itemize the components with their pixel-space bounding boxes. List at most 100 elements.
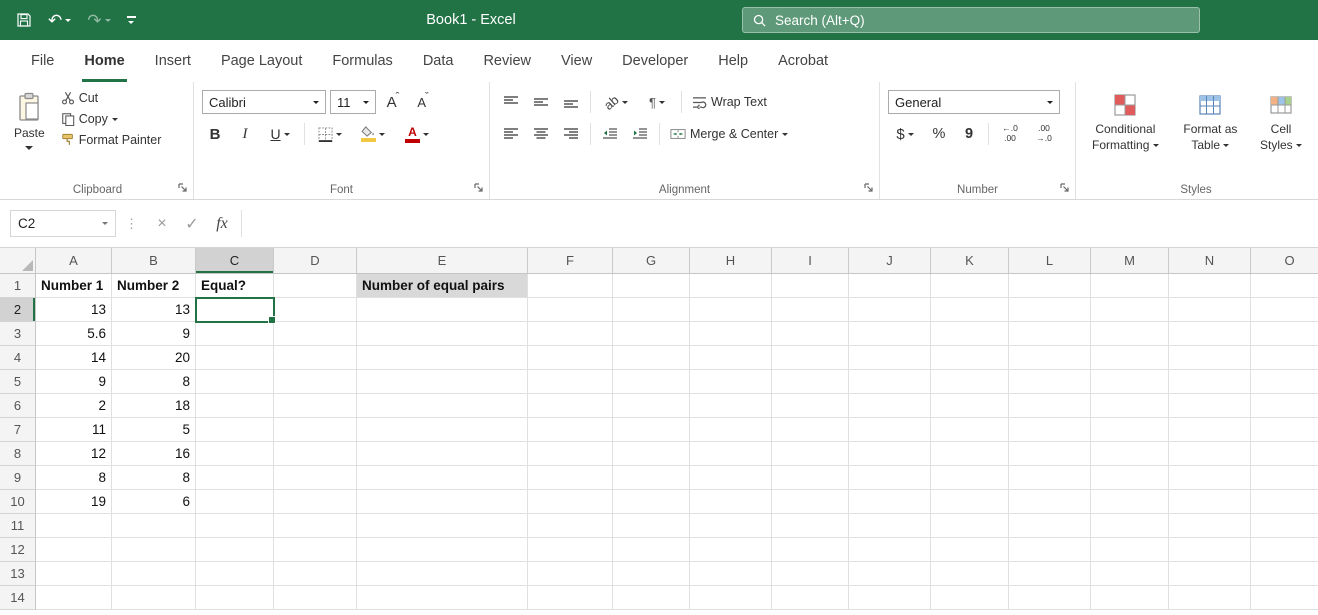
cell-E10[interactable] [357,490,528,514]
tab-insert[interactable]: Insert [140,40,206,82]
cell-H12[interactable] [690,538,772,562]
cell-E4[interactable] [357,346,528,370]
clipboard-dialog-launcher-icon[interactable] [177,182,189,194]
cancel-button[interactable]: × [147,215,177,233]
cell-O8[interactable] [1251,442,1318,466]
cell-D8[interactable] [274,442,357,466]
cell-M10[interactable] [1091,490,1169,514]
cell-D13[interactable] [274,562,357,586]
format-painter-button[interactable]: Format Painter [57,131,166,149]
cell-I4[interactable] [772,346,849,370]
cell-C10[interactable] [196,490,274,514]
tab-home[interactable]: Home [69,40,139,82]
cell-O1[interactable] [1251,274,1318,298]
tab-acrobat[interactable]: Acrobat [763,40,843,82]
cell-O5[interactable] [1251,370,1318,394]
cell-G13[interactable] [613,562,690,586]
cell-H1[interactable] [690,274,772,298]
borders-dropdown-icon[interactable] [336,132,342,136]
increase-font-size-button[interactable]: Aˆ [380,90,406,114]
cell-B11[interactable] [112,514,196,538]
cell-D11[interactable] [274,514,357,538]
row-header-9[interactable]: 9 [0,466,36,490]
cell-I13[interactable] [772,562,849,586]
row-header-12[interactable]: 12 [0,538,36,562]
cell-N14[interactable] [1169,586,1251,610]
cell-K3[interactable] [931,322,1009,346]
cell-G7[interactable] [613,418,690,442]
number-format-combobox[interactable]: General [888,90,1060,114]
number-dialog-launcher-icon[interactable] [1059,182,1071,194]
cell-C12[interactable] [196,538,274,562]
column-header-F[interactable]: F [528,248,613,274]
cell-A9[interactable]: 8 [36,466,112,490]
row-header-14[interactable]: 14 [0,586,36,610]
cell-I11[interactable] [772,514,849,538]
row-header-11[interactable]: 11 [0,514,36,538]
undo-button[interactable]: ↶ [48,12,72,29]
cell-B1[interactable]: Number 2 [112,274,196,298]
redo-button[interactable]: ↷ [87,12,111,29]
align-right-button[interactable] [558,122,584,146]
cell-B7[interactable]: 5 [112,418,196,442]
percent-style-button[interactable]: % [926,122,952,146]
cell-J2[interactable] [849,298,931,322]
select-all-corner[interactable] [0,248,36,274]
cell-L5[interactable] [1009,370,1091,394]
cell-F8[interactable] [528,442,613,466]
cell-K10[interactable] [931,490,1009,514]
column-header-O[interactable]: O [1251,248,1318,274]
cell-N6[interactable] [1169,394,1251,418]
cell-M2[interactable] [1091,298,1169,322]
fill-color-dropdown-icon[interactable] [379,132,385,136]
column-header-N[interactable]: N [1169,248,1251,274]
paste-dropdown-icon[interactable] [25,145,34,150]
cell-F5[interactable] [528,370,613,394]
increase-decimal-button[interactable]: ←.0 .00 [995,122,1025,146]
row-header-2[interactable]: 2 [0,298,36,322]
cell-M14[interactable] [1091,586,1169,610]
cell-A8[interactable]: 12 [36,442,112,466]
bottom-align-button[interactable] [558,90,584,114]
cell-H10[interactable] [690,490,772,514]
cell-O2[interactable] [1251,298,1318,322]
cell-J7[interactable] [849,418,931,442]
cell-K11[interactable] [931,514,1009,538]
cell-F13[interactable] [528,562,613,586]
column-header-L[interactable]: L [1009,248,1091,274]
cell-D9[interactable] [274,466,357,490]
cell-B6[interactable]: 18 [112,394,196,418]
cell-D10[interactable] [274,490,357,514]
cell-L4[interactable] [1009,346,1091,370]
font-size-combobox[interactable]: 11 [330,90,376,114]
save-button[interactable] [16,12,32,28]
column-header-D[interactable]: D [274,248,357,274]
cell-O9[interactable] [1251,466,1318,490]
cell-D2[interactable] [274,298,357,322]
cell-E6[interactable] [357,394,528,418]
column-header-K[interactable]: K [931,248,1009,274]
alignment-dialog-launcher-icon[interactable] [863,182,875,194]
insert-function-button[interactable]: fx [207,215,237,233]
cell-J6[interactable] [849,394,931,418]
cell-F4[interactable] [528,346,613,370]
cell-J8[interactable] [849,442,931,466]
cell-O11[interactable] [1251,514,1318,538]
cell-G3[interactable] [613,322,690,346]
row-header-13[interactable]: 13 [0,562,36,586]
cell-K12[interactable] [931,538,1009,562]
cell-F12[interactable] [528,538,613,562]
cell-C8[interactable] [196,442,274,466]
cell-F10[interactable] [528,490,613,514]
cell-I5[interactable] [772,370,849,394]
search-box[interactable]: Search (Alt+Q) [742,7,1200,33]
font-dialog-launcher-icon[interactable] [473,182,485,194]
cell-L14[interactable] [1009,586,1091,610]
italic-button[interactable]: I [232,122,258,146]
align-center-button[interactable] [528,122,554,146]
conditional-formatting-button[interactable]: Conditional Formatting [1084,89,1167,179]
cell-G1[interactable] [613,274,690,298]
decrease-decimal-button[interactable]: .00 →.0 [1029,122,1059,146]
cell-D7[interactable] [274,418,357,442]
cell-L11[interactable] [1009,514,1091,538]
